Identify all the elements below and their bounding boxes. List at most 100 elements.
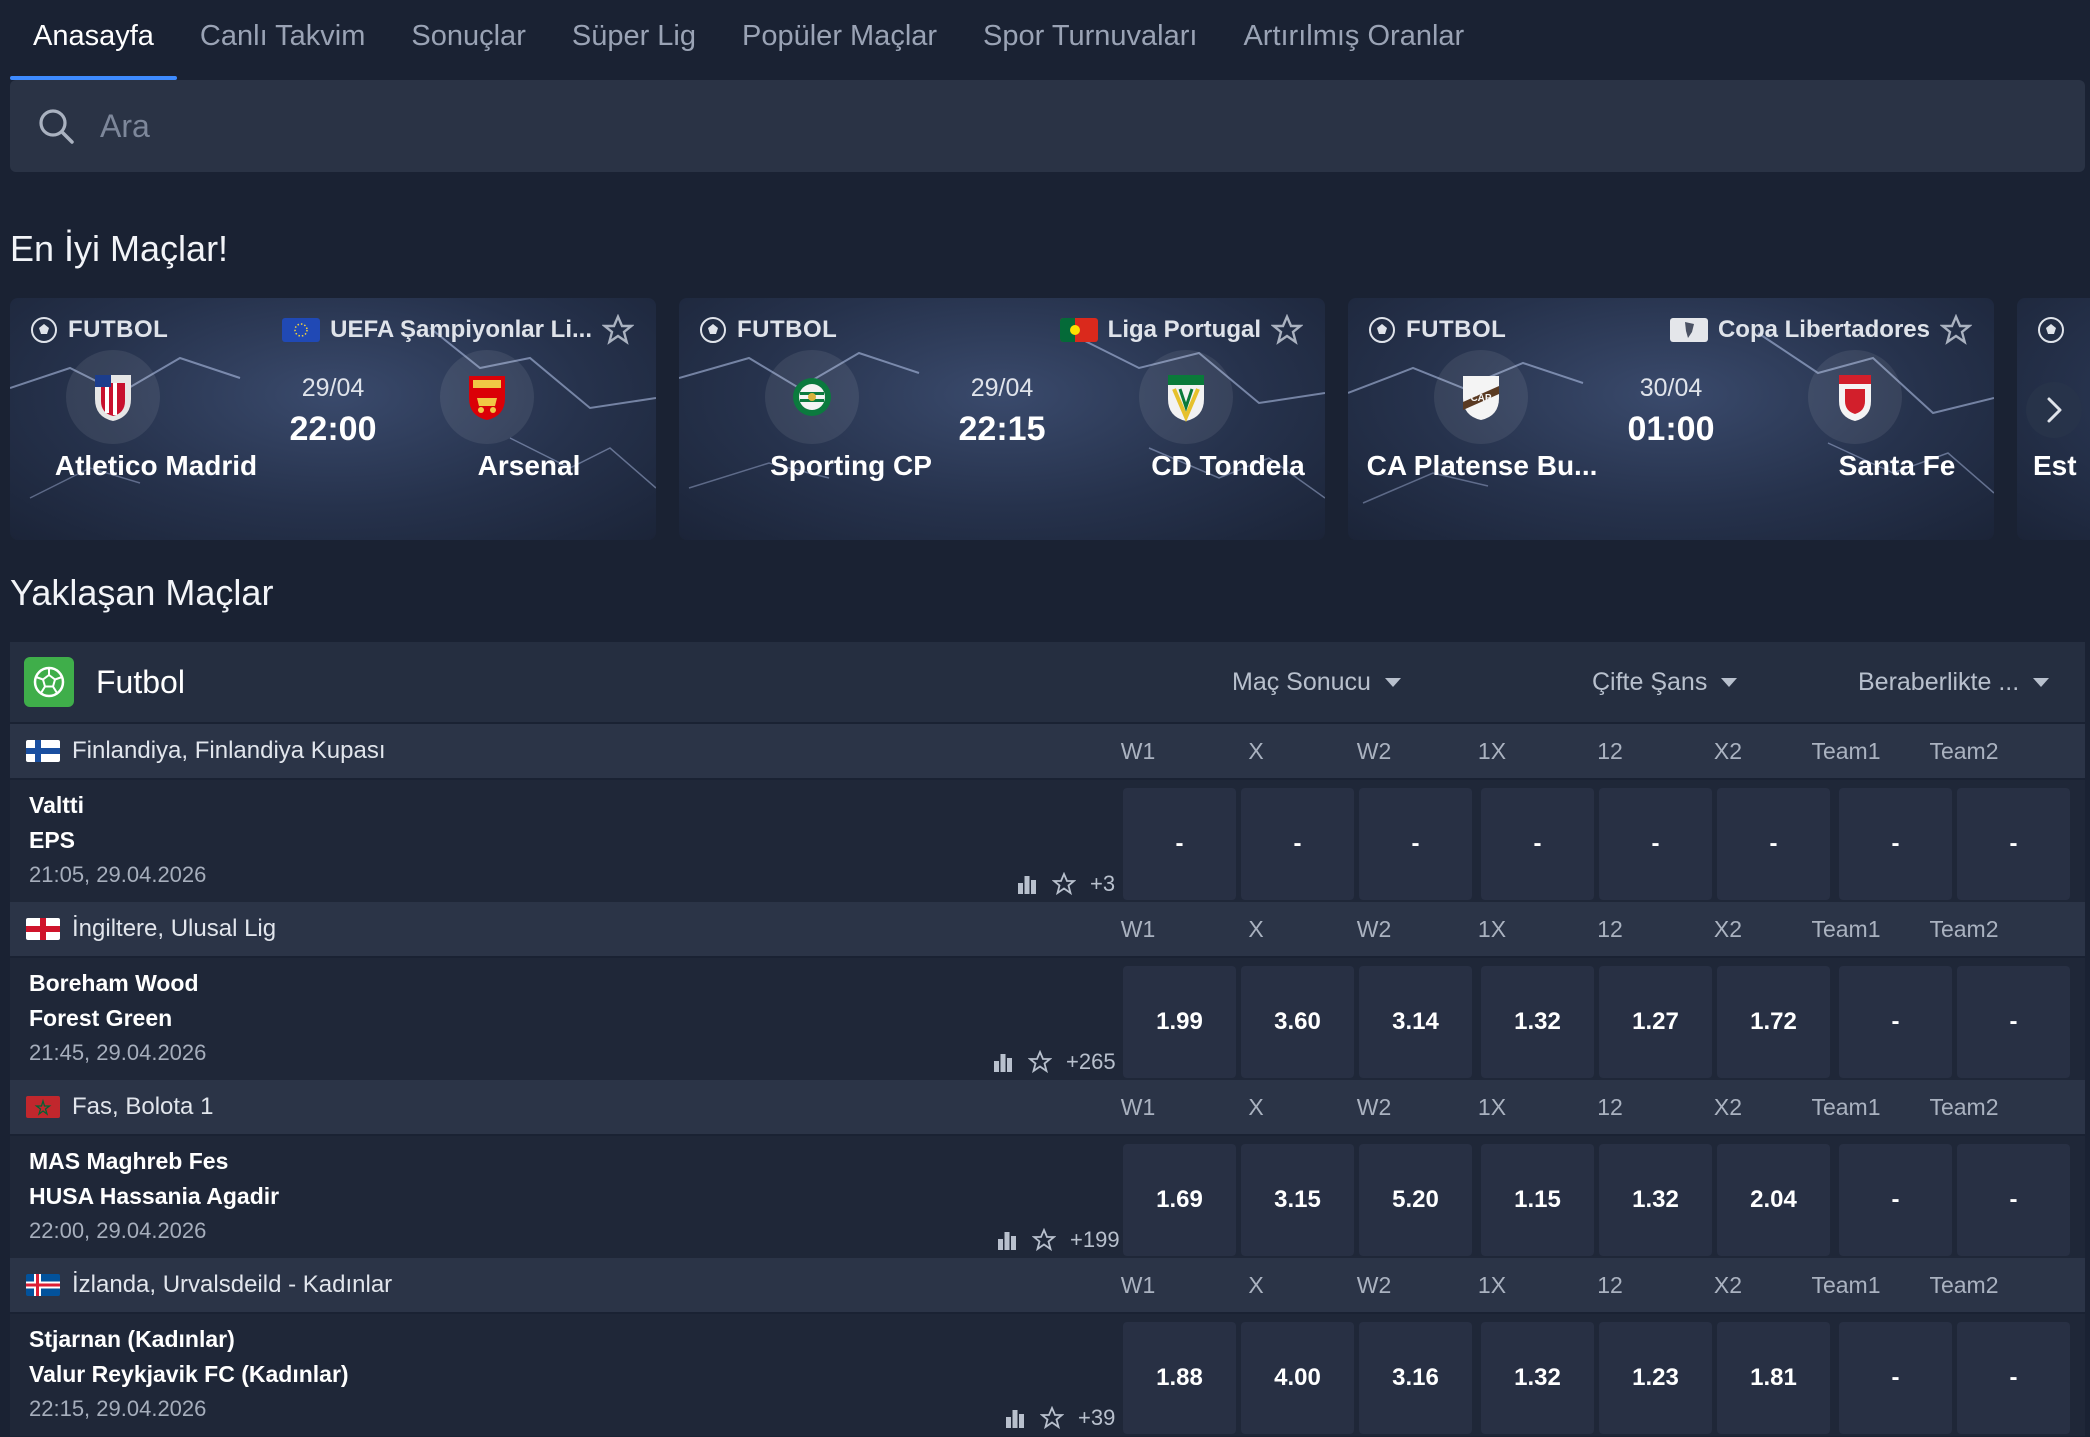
league-header[interactable]: İngiltere, Ulusal Lig W1 X W2 1X 12 X2 Team1 Tea…: [10, 902, 2085, 956]
odd-button[interactable]: 1.99: [1123, 966, 1236, 1078]
odd-button[interactable]: 1.72: [1717, 966, 1830, 1078]
odd-button[interactable]: 1.32: [1481, 966, 1594, 1078]
stats-icon[interactable]: [996, 1229, 1018, 1251]
stats-icon[interactable]: [1004, 1407, 1026, 1429]
tab-sonuclar[interactable]: Sonuçlar: [388, 0, 548, 80]
star-icon[interactable]: [1940, 314, 1972, 346]
away-team-name: CD Tondela: [1151, 450, 1305, 481]
odds-column-header: 12: [1597, 916, 1623, 942]
home-team-name: CA Platense Bu...: [1366, 450, 1598, 481]
league-header[interactable]: Fas, Bolota 1 W1 X W2 1X 12 X2 Team1 Team2: [10, 1080, 2085, 1134]
tab-artirilmis-oranlar[interactable]: Artırılmış Oranlar: [1220, 0, 1487, 80]
finland-flag-icon: [26, 740, 60, 762]
odds-column-header: W1: [1120, 738, 1156, 764]
odds-column-header: Team1: [1811, 1094, 1881, 1120]
match-actions: +265: [992, 1048, 1116, 1076]
top-match-card[interactable]: FUTBOL Liga Portugal Sporting CP 29/04 2…: [679, 298, 1325, 540]
odd-button[interactable]: 1.32: [1481, 1322, 1594, 1434]
odd-button[interactable]: 3.15: [1241, 1144, 1354, 1256]
sport-title: Futbol: [96, 663, 185, 700]
odd-button[interactable]: 2.04: [1717, 1144, 1830, 1256]
match-time: 22:15: [958, 410, 1046, 448]
market-dropdown-beraberlikte[interactable]: Beraberlikte ...: [1858, 642, 2050, 722]
odd-button[interactable]: -: [1839, 788, 1952, 900]
upcoming-matches-title: Yaklaşan Maçlar: [10, 572, 274, 613]
star-icon[interactable]: [602, 314, 634, 346]
market-dropdown-cifte-sans[interactable]: Çifte Şans: [1592, 642, 1738, 722]
match-row[interactable]: Valtti EPS 21:05, 29.04.2026 +3- - - - - - - -: [10, 780, 2085, 902]
odd-button[interactable]: -: [1717, 788, 1830, 900]
star-icon[interactable]: [1032, 1228, 1056, 1252]
top-match-card[interactable]: FUTBOL UEFA Şampiyonlar Li... Atletico M…: [10, 298, 656, 540]
morocco-flag-icon: [26, 1096, 60, 1118]
tab-spor-turnuvalari[interactable]: Spor Turnuvaları: [960, 0, 1220, 80]
odds-column-header: Team2: [1929, 1094, 1999, 1120]
odd-button[interactable]: 1.27: [1599, 966, 1712, 1078]
star-icon[interactable]: [1028, 1050, 1052, 1074]
league-header[interactable]: Finlandiya, Finlandiya Kupası W1 X W2 1X 12 X2…: [10, 724, 2085, 778]
odd-button[interactable]: -: [1957, 1322, 2070, 1434]
odd-button[interactable]: 1.88: [1123, 1322, 1236, 1434]
carousel-next-button[interactable]: [2026, 382, 2082, 438]
main-nav: Anasayfa Canlı Takvim Sonuçlar Süper Lig…: [10, 0, 2085, 80]
sport-icon-box: [24, 657, 74, 707]
odds-column-header: 12: [1597, 1094, 1623, 1120]
match-row[interactable]: MAS Maghreb Fes HUSA Hassania Agadir 22:00…: [10, 1136, 2085, 1258]
tab-super-lig[interactable]: Süper Lig: [549, 0, 719, 80]
search-icon[interactable]: [36, 106, 76, 146]
match-row[interactable]: Stjarnan (Kadınlar) Valur Reykjavik FC (K…: [10, 1314, 2085, 1436]
stats-icon[interactable]: [992, 1051, 1014, 1073]
odd-button[interactable]: 3.16: [1359, 1322, 1472, 1434]
odds-column-header: W1: [1120, 1272, 1156, 1298]
odd-button[interactable]: 1.32: [1599, 1144, 1712, 1256]
odd-button[interactable]: 4.00: [1241, 1322, 1354, 1434]
odds-column-header: X2: [1713, 738, 1743, 764]
odd-button[interactable]: -: [1957, 966, 2070, 1078]
match-row[interactable]: Boreham Wood Forest Green 21:45, 29.04.202…: [10, 958, 2085, 1080]
star-icon[interactable]: [1052, 872, 1076, 896]
odd-button[interactable]: -: [1839, 1322, 1952, 1434]
caret-down-icon: [1721, 677, 1738, 687]
league-flag: [26, 1096, 60, 1118]
tab-canli-takvim[interactable]: Canlı Takvim: [177, 0, 388, 80]
odd-button[interactable]: 3.14: [1359, 966, 1472, 1078]
tab-populer-maclar[interactable]: Popüler Maçlar: [719, 0, 960, 80]
more-markets-link[interactable]: +39: [1078, 1405, 1115, 1431]
odd-button[interactable]: 1.81: [1717, 1322, 1830, 1434]
league-name: Finlandiya, Finlandiya Kupası: [72, 737, 386, 764]
league-header[interactable]: İzlanda, Urvalsdeild - Kadınlar W1 X W2 1X 12…: [10, 1258, 2085, 1312]
odd-button[interactable]: -: [1957, 1144, 2070, 1256]
odd-button[interactable]: 1.15: [1481, 1144, 1594, 1256]
more-markets-link[interactable]: +265: [1066, 1049, 1116, 1075]
odd-button[interactable]: -: [1957, 788, 2070, 900]
market-dropdown-mac-sonucu[interactable]: Maç Sonucu: [1232, 642, 1401, 722]
odd-button[interactable]: -: [1123, 788, 1236, 900]
card-league-label: UEFA Şampiyonlar Li...: [330, 316, 592, 343]
odd-button[interactable]: 5.20: [1359, 1144, 1472, 1256]
more-markets-link[interactable]: +3: [1090, 871, 1115, 897]
odd-button[interactable]: -: [1839, 966, 1952, 1078]
match-datetime: 21:05, 29.04.2026: [29, 862, 207, 887]
more-markets-link[interactable]: +199: [1070, 1227, 1120, 1253]
odd-button[interactable]: 1.23: [1599, 1322, 1712, 1434]
top-match-card[interactable]: FUTBOL Copa Libertadores CAP CA Platense…: [1348, 298, 1994, 540]
odd-button[interactable]: -: [1599, 788, 1712, 900]
odd-button[interactable]: -: [1839, 1144, 1952, 1256]
odds-column-header: Team1: [1811, 738, 1881, 764]
star-icon[interactable]: [1271, 314, 1303, 346]
soccer-ball-icon: [33, 666, 65, 698]
star-icon[interactable]: [1040, 1406, 1064, 1430]
stats-icon[interactable]: [1016, 873, 1038, 895]
odd-button[interactable]: -: [1359, 788, 1472, 900]
league-name: İzlanda, Urvalsdeild - Kadınlar: [72, 1271, 393, 1298]
tab-anasayfa[interactable]: Anasayfa: [10, 0, 177, 80]
search-input[interactable]: [100, 107, 2000, 145]
soccer-ball-icon: [700, 317, 726, 343]
odd-button[interactable]: 3.60: [1241, 966, 1354, 1078]
odd-button[interactable]: -: [1481, 788, 1594, 900]
odd-button[interactable]: -: [1241, 788, 1354, 900]
odd-button[interactable]: 1.69: [1123, 1144, 1236, 1256]
team-logo-icon: [765, 350, 859, 444]
away-team-name: Valur Reykjavik FC (Kadınlar): [29, 1361, 349, 1387]
match-date: 29/04: [970, 374, 1034, 402]
